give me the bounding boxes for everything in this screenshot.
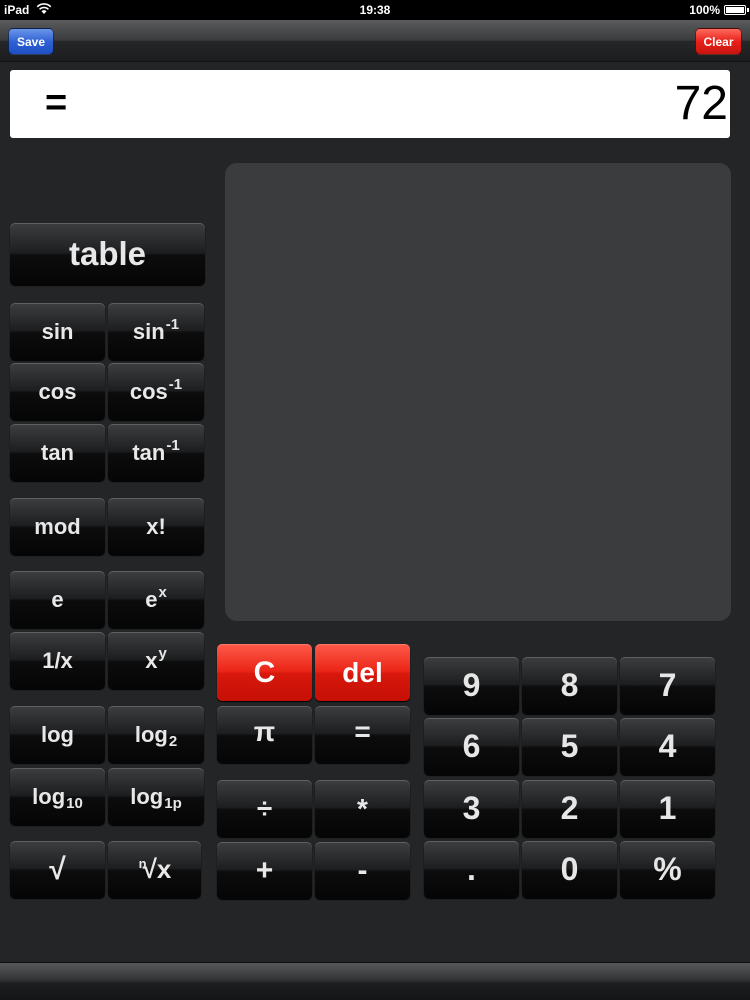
nthroot-button[interactable]: n √x (108, 841, 201, 898)
clear-entry-button[interactable]: C (217, 644, 312, 701)
pi-label: π (253, 716, 276, 747)
digit-9-label: 9 (462, 667, 481, 703)
display-operator: = (45, 82, 68, 124)
nthroot-label: √x (142, 854, 172, 884)
percent-button[interactable]: % (620, 841, 715, 898)
pi-button[interactable]: π (217, 706, 312, 763)
digit-1-label: 1 (658, 790, 677, 826)
clear-button[interactable]: Clear (695, 28, 742, 55)
acos-sup: -1 (168, 376, 183, 393)
nthroot-sup: n (138, 856, 147, 871)
clock: 19:38 (359, 3, 391, 17)
digit-7-button[interactable]: 7 (620, 657, 715, 714)
power-label: x (145, 647, 158, 673)
reciprocal-button[interactable]: 1/x (10, 632, 105, 689)
sqrt-button[interactable]: √ (10, 841, 105, 898)
digit-8-button[interactable]: 8 (522, 657, 617, 714)
reciprocal-label: 1/x (42, 647, 73, 673)
power-sup: y (158, 645, 167, 662)
equals-label: = (354, 716, 371, 747)
factorial-button[interactable]: x! (108, 498, 204, 555)
acos-label: cos (129, 378, 168, 404)
digit-2-label: 2 (560, 790, 579, 826)
exp-sup: x (158, 584, 167, 601)
percent-label: % (653, 851, 682, 887)
equals-button[interactable]: = (315, 706, 410, 763)
digit-0-label: 0 (560, 851, 579, 887)
bottom-toolbar (0, 962, 750, 1000)
mod-label: mod (34, 513, 81, 539)
sqrt-label: √ (49, 852, 66, 886)
sin-label: sin (41, 318, 74, 344)
e-button[interactable]: e (10, 571, 105, 628)
mod-button[interactable]: mod (10, 498, 105, 555)
delete-button[interactable]: del (315, 644, 410, 701)
asin-label: sin (132, 318, 165, 344)
factorial-label: x! (146, 513, 166, 539)
graph-panel (225, 163, 731, 621)
log10-label: log (32, 783, 66, 809)
log2-label: log (134, 721, 168, 747)
log10-button[interactable]: log 10 (10, 768, 105, 825)
log-button[interactable]: log (10, 706, 105, 763)
e-label: e (51, 586, 64, 612)
cos-button[interactable]: cos (10, 363, 105, 420)
divide-button[interactable]: ÷ (217, 780, 312, 837)
tan-label: tan (41, 439, 74, 465)
save-button[interactable]: Save (8, 28, 54, 55)
log-label: log (41, 721, 74, 747)
acos-button[interactable]: cos -1 (108, 363, 204, 420)
digit-8-label: 8 (560, 667, 579, 703)
battery-percent: 100% (689, 3, 720, 17)
plus-button[interactable]: + (217, 842, 312, 899)
decimal-point-label: . (467, 851, 476, 887)
atan-label: tan (132, 439, 166, 465)
atan-button[interactable]: tan -1 (108, 424, 204, 481)
digit-3-button[interactable]: 3 (424, 780, 519, 837)
tan-button[interactable]: tan (10, 424, 105, 481)
exp-label: e (145, 586, 158, 612)
divide-label: ÷ (256, 792, 273, 824)
log2-sub: 2 (168, 733, 178, 750)
asin-button[interactable]: sin -1 (108, 303, 204, 360)
log10-sub: 10 (66, 795, 83, 812)
digit-7-label: 7 (658, 667, 677, 703)
digit-0-button[interactable]: 0 (522, 841, 617, 898)
cos-label: cos (38, 378, 77, 404)
atan-sup: -1 (166, 437, 180, 454)
power-button[interactable]: xy (108, 632, 204, 689)
minus-label: - (357, 853, 368, 887)
minus-button[interactable]: - (315, 842, 410, 899)
digit-2-button[interactable]: 2 (522, 780, 617, 837)
display-value: 72 (674, 77, 728, 130)
digit-5-button[interactable]: 5 (522, 718, 617, 775)
plus-label: + (255, 853, 274, 887)
log1p-button[interactable]: log 1p (108, 768, 204, 825)
exp-button[interactable]: ex (108, 571, 204, 628)
digit-4-label: 4 (658, 728, 677, 764)
battery-icon (724, 5, 749, 15)
digit-1-button[interactable]: 1 (620, 780, 715, 837)
digit-3-label: 3 (462, 790, 481, 826)
log1p-label: log (130, 783, 164, 809)
toolbar: Save Clear (0, 20, 750, 62)
status-bar: iPad 19:38 100% (0, 0, 750, 20)
delete-label: del (342, 656, 383, 688)
digit-4-button[interactable]: 4 (620, 718, 715, 775)
digit-5-label: 5 (560, 728, 579, 764)
digit-6-label: 6 (462, 728, 481, 764)
table-label: table (68, 235, 147, 272)
digit-9-button[interactable]: 9 (424, 657, 519, 714)
table-button[interactable]: table (10, 223, 205, 285)
sin-button[interactable]: sin (10, 303, 105, 360)
asin-sup: -1 (165, 316, 180, 333)
log2-button[interactable]: log 2 (108, 706, 204, 763)
clear-entry-label: C (253, 655, 276, 689)
result-display: = 72 (10, 70, 730, 138)
multiply-label: * (357, 792, 368, 824)
log1p-sub: 1p (164, 795, 182, 812)
digit-6-button[interactable]: 6 (424, 718, 519, 775)
decimal-point-button[interactable]: . (424, 841, 519, 898)
multiply-button[interactable]: * (315, 780, 410, 837)
